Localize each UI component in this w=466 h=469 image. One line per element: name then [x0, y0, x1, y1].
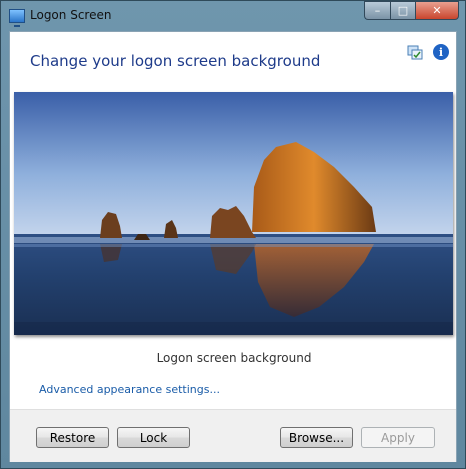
monitor-icon: [9, 9, 25, 27]
info-icon-glyph: i: [438, 45, 444, 59]
apply-button[interactable]: Apply: [361, 427, 435, 448]
lock-button[interactable]: Lock: [117, 427, 190, 448]
logon-screen-window: Logon Screen – □ ✕ Change your logon scr…: [0, 0, 466, 469]
restore-button[interactable]: Restore: [36, 427, 109, 448]
info-icon[interactable]: i: [433, 44, 449, 60]
advanced-appearance-link[interactable]: Advanced appearance settings...: [39, 383, 220, 396]
dialog-content: Change your logon screen background i Lo…: [9, 31, 457, 462]
button-bar: Restore Lock Browse... Apply: [10, 409, 456, 462]
change-icon[interactable]: [407, 44, 423, 60]
background-preview-image: [14, 92, 453, 335]
window-controls: – □ ✕: [364, 1, 459, 21]
minimize-icon: –: [374, 4, 381, 17]
maximize-button[interactable]: □: [390, 1, 415, 20]
window-title: Logon Screen: [30, 8, 112, 22]
title-bar[interactable]: Logon Screen – □ ✕: [1, 1, 465, 31]
page-title: Change your logon screen background: [30, 52, 321, 70]
minimize-button[interactable]: –: [364, 1, 390, 20]
close-button[interactable]: ✕: [415, 1, 459, 20]
maximize-icon: □: [397, 4, 409, 17]
browse-button[interactable]: Browse...: [280, 427, 353, 448]
preview-caption: Logon screen background: [156, 351, 312, 365]
close-icon: ✕: [432, 4, 442, 17]
